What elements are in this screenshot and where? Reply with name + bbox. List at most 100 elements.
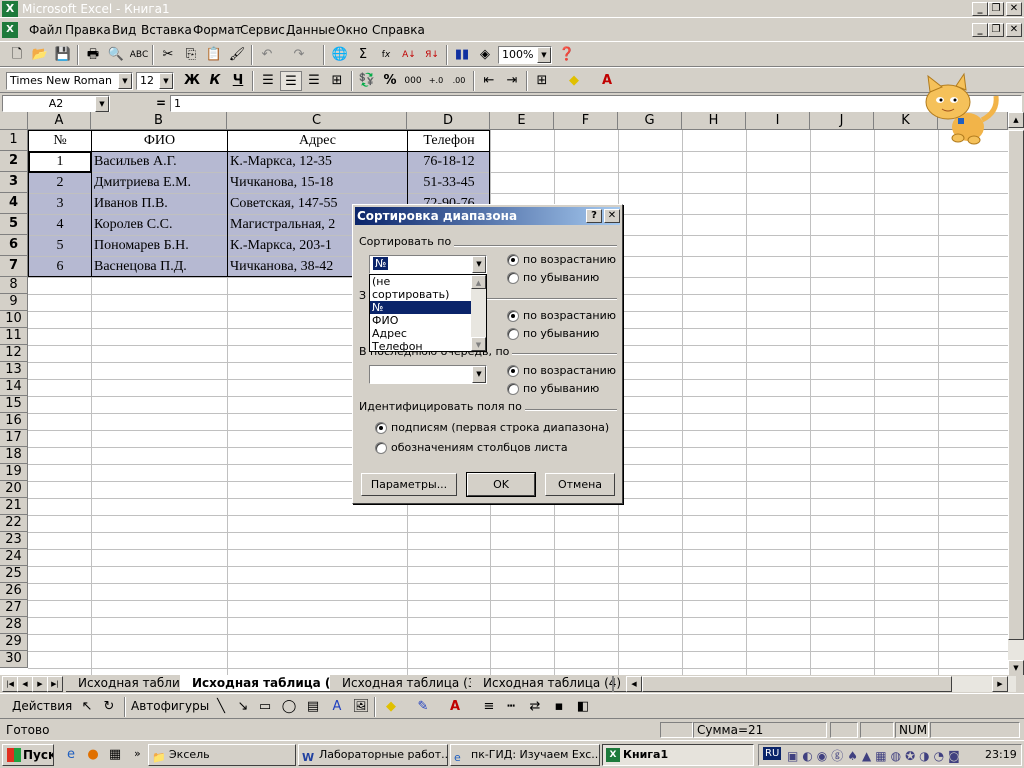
row-header-10[interactable]: 10: [0, 311, 28, 328]
cell-c2[interactable]: К.-Маркса, 12-35: [228, 152, 407, 172]
scroll-up-icon[interactable]: ▲: [1008, 112, 1024, 128]
new-icon[interactable]: 🗋: [6, 45, 28, 65]
sort-descending-icon[interactable]: Я↓: [421, 45, 443, 65]
identify-headers-radio[interactable]: [375, 422, 387, 434]
rectangle-icon[interactable]: ▭: [254, 697, 276, 717]
autoshapes-menu[interactable]: Автофигуры: [131, 699, 209, 713]
actions-menu[interactable]: Действия: [12, 699, 72, 713]
print-preview-icon[interactable]: 🔍: [105, 45, 127, 65]
open-icon[interactable]: 📂: [29, 45, 51, 65]
dropdown-scrollbar[interactable]: ▲ ▼: [471, 275, 486, 351]
row-header-21[interactable]: 21: [0, 498, 28, 515]
media-icon[interactable]: ●: [82, 745, 104, 765]
column-header-c[interactable]: C: [227, 112, 407, 130]
sort3-descending-label[interactable]: по убыванию: [523, 382, 599, 395]
cancel-button[interactable]: Отмена: [545, 473, 615, 496]
last-sheet-icon[interactable]: ▶|: [47, 676, 63, 692]
row-header-26[interactable]: 26: [0, 583, 28, 600]
decrease-indent-icon[interactable]: ⇤: [478, 71, 500, 91]
fill-color-icon[interactable]: ◆: [380, 697, 402, 717]
cell-a2[interactable]: 1: [29, 152, 91, 172]
task-word-doc[interactable]: W Лабораторные работ...: [298, 744, 448, 766]
next-sheet-icon[interactable]: ▶: [32, 676, 48, 692]
row-header-30[interactable]: 30: [0, 651, 28, 668]
sort1-descending-radio[interactable]: [507, 272, 519, 284]
row-header-2[interactable]: 2: [0, 151, 28, 172]
cell-a6[interactable]: 5: [29, 236, 91, 256]
identify-columns-radio[interactable]: [375, 442, 387, 454]
formula-input[interactable]: 1: [170, 95, 1022, 112]
shadow-icon[interactable]: ▪: [548, 697, 570, 717]
column-header-g[interactable]: G: [618, 112, 682, 130]
column-header-i[interactable]: I: [746, 112, 810, 130]
excel-app-icon[interactable]: X: [2, 1, 18, 17]
line-icon[interactable]: ╲: [210, 697, 232, 717]
chevron-down-icon[interactable]: ▼: [472, 256, 486, 273]
column-header-e[interactable]: E: [490, 112, 554, 130]
fill-color-icon[interactable]: ◆: [563, 71, 585, 91]
chevron-down-icon[interactable]: ▼: [118, 73, 132, 89]
close-button[interactable]: ✕: [1006, 2, 1022, 16]
scroll-right-icon[interactable]: ▶: [992, 676, 1008, 692]
textbox-icon[interactable]: ▤: [302, 697, 324, 717]
row-header-1[interactable]: 1: [0, 130, 28, 151]
last-by-select[interactable]: ▼: [369, 365, 487, 384]
increase-decimal-icon[interactable]: +.0: [425, 71, 447, 91]
cell-b1[interactable]: ФИО: [92, 131, 227, 151]
sort-by-select[interactable]: № ▼: [369, 255, 487, 274]
menu-format[interactable]: Формат: [193, 23, 242, 37]
row-header-28[interactable]: 28: [0, 617, 28, 634]
free-rotate-icon[interactable]: ↻: [98, 697, 120, 717]
dropdown-option-none[interactable]: (не сортировать): [370, 275, 471, 301]
oval-icon[interactable]: ◯: [278, 697, 300, 717]
cell-a1[interactable]: №: [29, 131, 91, 151]
row-header-14[interactable]: 14: [0, 379, 28, 396]
increase-indent-icon[interactable]: ⇥: [501, 71, 523, 91]
doc-restore-button[interactable]: ❐: [988, 23, 1004, 37]
sort3-descending-radio[interactable]: [507, 383, 519, 395]
first-sheet-icon[interactable]: |◀: [2, 676, 18, 692]
row-header-3[interactable]: 3: [0, 172, 28, 193]
undo-icon[interactable]: ↶: [256, 45, 278, 65]
row-header-23[interactable]: 23: [0, 532, 28, 549]
borders-icon[interactable]: ⊞: [531, 71, 553, 91]
cell-b7[interactable]: Васнецова П.Д.: [92, 257, 227, 277]
help-button[interactable]: ?: [586, 209, 602, 223]
row-header-22[interactable]: 22: [0, 515, 28, 532]
params-button[interactable]: Параметры...: [361, 473, 457, 496]
align-left-icon[interactable]: ☰: [257, 71, 279, 91]
sort2-descending-label[interactable]: по убыванию: [523, 327, 599, 340]
row-header-20[interactable]: 20: [0, 481, 28, 498]
horizontal-scrollbar[interactable]: ◀ ▶: [626, 676, 1016, 692]
scroll-down-icon[interactable]: ▼: [471, 337, 486, 351]
row-header-12[interactable]: 12: [0, 345, 28, 362]
menu-insert[interactable]: Вставка: [141, 23, 192, 37]
help-assistant-icon[interactable]: ❓: [556, 45, 578, 65]
decrease-decimal-icon[interactable]: .00: [448, 71, 470, 91]
sheet-tab-4[interactable]: Исходная таблица (4): [471, 675, 634, 692]
select-all-corner[interactable]: [0, 112, 28, 130]
menu-window[interactable]: Окно: [336, 23, 368, 37]
column-header-h[interactable]: H: [682, 112, 746, 130]
cell-a3[interactable]: 2: [29, 173, 91, 193]
paste-icon[interactable]: 📋: [203, 45, 225, 65]
formula-equals[interactable]: =: [112, 95, 170, 112]
sheet-tab-3[interactable]: Исходная таблица (3): [330, 675, 493, 692]
menu-file[interactable]: Файл: [29, 23, 62, 37]
quicklaunch-icon[interactable]: ▦: [104, 745, 126, 765]
hscroll-thumb[interactable]: [642, 676, 952, 692]
column-header-b[interactable]: B: [91, 112, 227, 130]
sort1-descending-label[interactable]: по убыванию: [523, 271, 599, 284]
scroll-left-icon[interactable]: ◀: [626, 676, 642, 692]
row-header-5[interactable]: 5: [0, 214, 28, 235]
font-size-select[interactable]: 12 ▼: [136, 72, 174, 90]
row-header-7[interactable]: 7: [0, 256, 28, 277]
line-color-icon[interactable]: ✎: [412, 697, 434, 717]
copy-icon[interactable]: ⎘: [180, 45, 202, 65]
3d-icon[interactable]: ◧: [572, 697, 594, 717]
scroll-thumb[interactable]: [1008, 130, 1024, 640]
task-browser[interactable]: e пк-ГИД: Изучаем Exc...: [450, 744, 600, 766]
dash-style-icon[interactable]: ┅: [500, 697, 522, 717]
print-icon[interactable]: 🖶: [82, 45, 104, 65]
chevron-down-icon[interactable]: ▼: [537, 47, 551, 63]
